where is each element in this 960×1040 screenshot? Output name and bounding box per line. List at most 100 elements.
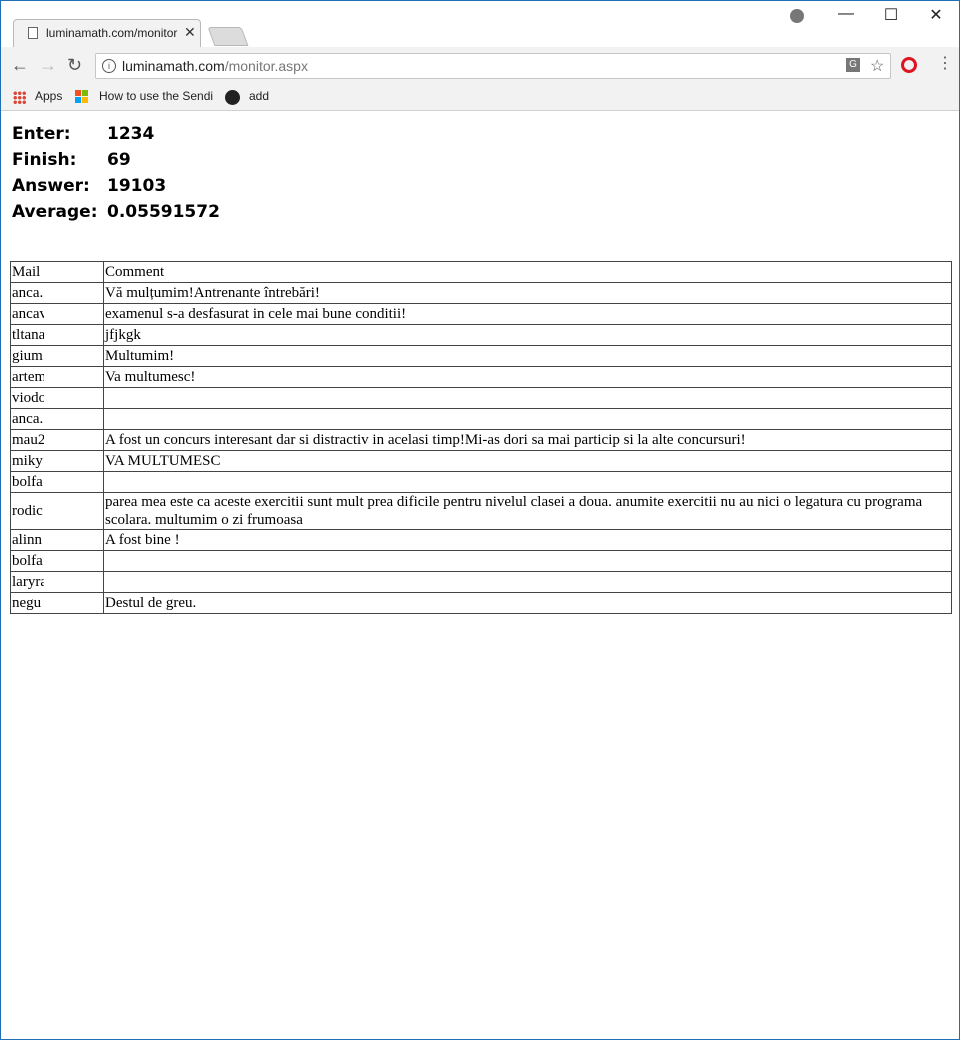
mail-cell: bolfa bbox=[10, 471, 104, 493]
mail-cell: laryra bbox=[10, 571, 104, 593]
comment-cell: Va multumesc! bbox=[103, 366, 952, 388]
table-row: laryra bbox=[10, 571, 952, 593]
new-tab-button[interactable] bbox=[207, 27, 249, 46]
table-row: anca. bbox=[10, 408, 952, 430]
table-row: anca. Vă mulțumim!Antrenante întrebări! bbox=[10, 282, 952, 304]
stats-block: Enter: 1234 Finish: 69 Answer: 19103 Averag… bbox=[12, 121, 220, 225]
forward-button[interactable]: → bbox=[39, 56, 57, 74]
stat-finish: Finish: 69 bbox=[12, 147, 220, 173]
comment-cell: examenul s-a desfasurat in cele mai bune… bbox=[103, 303, 952, 325]
menu-icon[interactable]: ⋮ bbox=[937, 56, 953, 72]
mail-value: ancav bbox=[12, 306, 44, 322]
stat-enter: Enter: 1234 bbox=[12, 121, 220, 147]
stat-average-value: 0.05591572 bbox=[107, 202, 220, 222]
url-path: /monitor.aspx bbox=[224, 58, 308, 74]
table-row: viodo bbox=[10, 387, 952, 409]
table-row: ancav examenul s-a desfasurat in cele mai… bbox=[10, 303, 952, 325]
mail-value: bolfa bbox=[12, 474, 43, 490]
stat-answer-value: 19103 bbox=[107, 176, 167, 196]
bookmark-sendi[interactable]: How to use the Sendi bbox=[99, 89, 213, 103]
mail-value: anca. bbox=[12, 285, 44, 301]
mail-value: bolfa bbox=[12, 553, 43, 569]
url-text[interactable]: luminamath.com/monitor.aspx bbox=[122, 58, 308, 74]
mail-value: miky bbox=[12, 453, 43, 469]
close-window-button[interactable]: ✕ bbox=[913, 5, 959, 25]
tab-close-icon[interactable]: ✕ bbox=[184, 24, 196, 41]
comments-table: Mail Comment anca. Vă mulțumim!Antrenante… bbox=[10, 261, 952, 614]
mail-cell: anca. bbox=[10, 282, 104, 304]
comment-cell: Destul de greu. bbox=[103, 592, 952, 614]
mail-cell: ancav bbox=[10, 303, 104, 325]
page-content: Enter: 1234 Finish: 69 Answer: 19103 Averag… bbox=[1, 111, 959, 1039]
mail-cell: artem bbox=[10, 366, 104, 388]
bookmark-apps[interactable]: Apps bbox=[35, 89, 62, 103]
mail-cell: negu bbox=[10, 592, 104, 614]
header-comment: Comment bbox=[103, 261, 952, 283]
mail-value: mau2 bbox=[12, 432, 44, 448]
mail-cell: bolfa bbox=[10, 550, 104, 572]
bookmarks-bar: Apps How to use the Sendi add bbox=[1, 85, 959, 111]
stat-finish-value: 69 bbox=[107, 150, 131, 170]
comment-cell bbox=[103, 408, 952, 430]
table-row: mau2 A fost un concurs interesant dar si … bbox=[10, 429, 952, 451]
table-row: bolfa bbox=[10, 550, 952, 572]
comment-cell: Multumim! bbox=[103, 345, 952, 367]
table-row: tltana jfjkgk bbox=[10, 324, 952, 346]
mail-value: anca. bbox=[12, 411, 44, 427]
stat-enter-label: Enter: bbox=[12, 124, 71, 144]
maximize-button[interactable]: ☐ bbox=[868, 5, 914, 25]
address-bar[interactable]: i luminamath.com/monitor.aspx G ☆ bbox=[95, 53, 891, 79]
browser-tab[interactable]: luminamath.com/monitor ✕ bbox=[13, 19, 201, 47]
stat-answer-label: Answer: bbox=[12, 176, 90, 196]
mail-value: artem bbox=[12, 369, 44, 385]
bookmark-star-icon[interactable]: ☆ bbox=[870, 56, 884, 76]
mail-value: alinn bbox=[12, 532, 42, 548]
opera-extension-icon[interactable] bbox=[901, 57, 917, 73]
header-mail: Mail bbox=[10, 261, 104, 283]
browser-toolbar: ← → ↻ i luminamath.com/monitor.aspx G ☆ … bbox=[1, 47, 959, 85]
bookmark-add[interactable]: add bbox=[249, 89, 269, 103]
apps-icon[interactable] bbox=[13, 91, 26, 104]
mail-cell: miky bbox=[10, 450, 104, 472]
comment-cell: A fost bine ! bbox=[103, 529, 952, 551]
profile-icon[interactable] bbox=[790, 9, 804, 23]
microsoft-icon bbox=[75, 90, 89, 104]
table-header-row: Mail Comment bbox=[10, 261, 952, 283]
table-row: artem Va multumesc! bbox=[10, 366, 952, 388]
comment-cell bbox=[103, 571, 952, 593]
mail-cell: viodo bbox=[10, 387, 104, 409]
mail-value: rodic bbox=[12, 503, 43, 519]
mail-cell: gium bbox=[10, 345, 104, 367]
table-row: rodic parea mea este ca aceste exercitii … bbox=[10, 492, 952, 530]
table-row: gium Multumim! bbox=[10, 345, 952, 367]
table-row: bolfa bbox=[10, 471, 952, 493]
mail-cell: rodic bbox=[10, 492, 104, 530]
stat-average-label: Average: bbox=[12, 202, 98, 222]
table-row: negu Destul de greu. bbox=[10, 592, 952, 614]
comment-cell: parea mea este ca aceste exercitii sunt … bbox=[103, 492, 952, 530]
stat-average: Average: 0.05591572 bbox=[12, 199, 220, 225]
browser-window: luminamath.com/monitor ✕ — ☐ ✕ ← → ↻ i l… bbox=[0, 0, 960, 1040]
tab-title: luminamath.com/monitor bbox=[46, 26, 178, 40]
mail-cell: mau2 bbox=[10, 429, 104, 451]
comment-cell: Vă mulțumim!Antrenante întrebări! bbox=[103, 282, 952, 304]
reload-button[interactable]: ↻ bbox=[67, 56, 82, 74]
comment-cell: jfjkgk bbox=[103, 324, 952, 346]
table-row: miky VA MULTUMESC bbox=[10, 450, 952, 472]
minimize-button[interactable]: — bbox=[823, 5, 869, 23]
comment-cell bbox=[103, 550, 952, 572]
translate-icon[interactable]: G bbox=[846, 58, 860, 72]
url-host: luminamath.com bbox=[122, 58, 225, 74]
mail-value: tltana bbox=[12, 327, 44, 343]
comment-cell bbox=[103, 471, 952, 493]
info-icon[interactable]: i bbox=[102, 59, 116, 73]
table-row: alinn A fost bine ! bbox=[10, 529, 952, 551]
github-icon bbox=[225, 90, 240, 105]
stat-finish-label: Finish: bbox=[12, 150, 77, 170]
back-button[interactable]: ← bbox=[11, 56, 29, 74]
mail-value: laryra bbox=[12, 574, 44, 590]
mail-value: negu bbox=[12, 595, 42, 611]
mail-cell: anca. bbox=[10, 408, 104, 430]
page-icon bbox=[28, 27, 38, 39]
mail-value: gium bbox=[12, 348, 43, 364]
